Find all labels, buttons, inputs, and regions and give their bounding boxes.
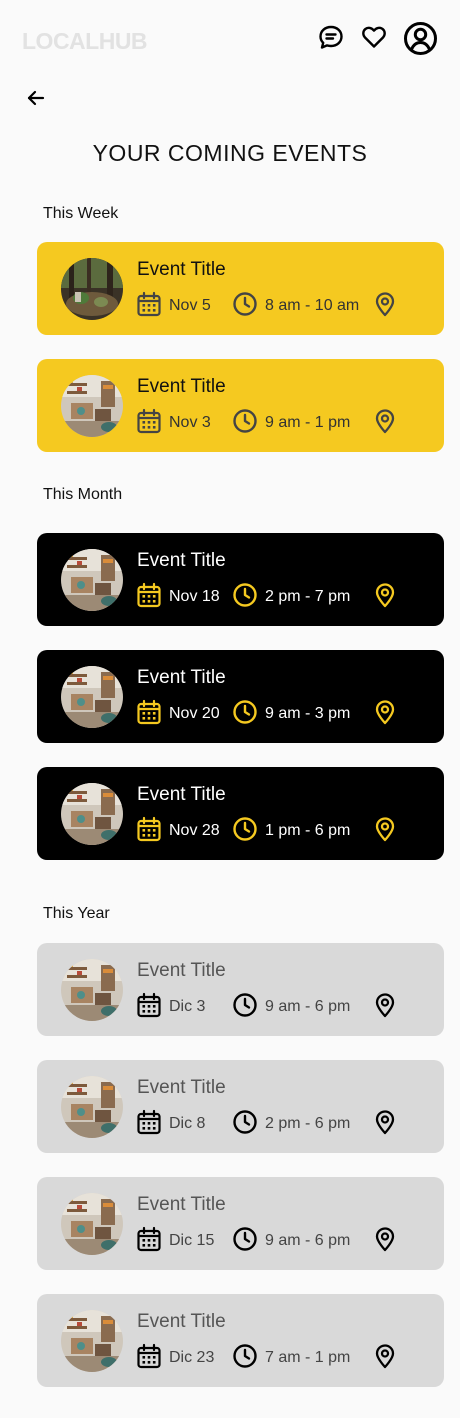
location-pin-icon[interactable] <box>372 1226 398 1252</box>
event-thumbnail <box>61 783 123 845</box>
clock-icon <box>232 1226 258 1252</box>
event-date: Nov 5 <box>169 297 211 314</box>
location-pin-icon[interactable] <box>372 582 398 608</box>
event-card[interactable]: Event Title Nov 20 9 am - 3 pm <box>37 650 444 743</box>
app-logo[interactable]: LOCALHUB <box>22 28 148 55</box>
event-date: Dic 15 <box>169 1232 215 1249</box>
clock-icon <box>232 1343 258 1369</box>
location-pin-icon[interactable] <box>372 816 398 842</box>
event-title: Event Title <box>137 259 226 280</box>
event-title: Event Title <box>137 1194 226 1215</box>
location-pin-icon[interactable] <box>372 1343 398 1369</box>
event-thumbnail <box>61 258 123 320</box>
event-date: Dic 23 <box>169 1349 215 1366</box>
section-title: This Month <box>43 486 123 503</box>
section-title: This Week <box>43 205 119 222</box>
event-date: Nov 3 <box>169 414 211 431</box>
clock-icon <box>232 582 258 608</box>
clock-icon <box>232 816 258 842</box>
calendar-icon <box>136 1226 162 1252</box>
event-thumbnail <box>61 1076 123 1138</box>
event-details: Nov 18 2 pm - 7 pm <box>136 582 436 610</box>
calendar-icon <box>136 816 162 842</box>
event-time: 2 pm - 7 pm <box>265 588 351 605</box>
clock-icon <box>232 699 258 725</box>
event-card[interactable]: Event Title Dic 23 7 am - 1 pm <box>37 1294 444 1387</box>
event-thumbnail <box>61 959 123 1021</box>
event-details: Dic 15 9 am - 6 pm <box>136 1226 436 1254</box>
event-card[interactable]: Event Title Nov 18 2 pm - 7 pm <box>37 533 444 626</box>
calendar-icon <box>136 1343 162 1369</box>
page-title: YOUR COMING EVENTS <box>92 140 368 166</box>
event-card[interactable]: Event Title Dic 8 2 pm - 6 pm <box>37 1060 444 1153</box>
event-date: Dic 3 <box>169 998 206 1015</box>
event-thumbnail <box>61 1310 123 1372</box>
event-card[interactable]: Event Title Nov 5 8 am - 10 am <box>37 242 444 335</box>
calendar-icon <box>136 291 162 317</box>
event-time: 8 am - 10 am <box>265 297 360 314</box>
event-date: Dic 8 <box>169 1115 206 1132</box>
event-date: Nov 20 <box>169 705 220 722</box>
event-date: Nov 28 <box>169 822 220 839</box>
event-title: Event Title <box>137 784 226 805</box>
event-title: Event Title <box>137 960 226 981</box>
location-pin-icon[interactable] <box>372 1109 398 1135</box>
location-pin-icon[interactable] <box>372 992 398 1018</box>
event-time: 7 am - 1 pm <box>265 1349 351 1366</box>
location-pin-icon[interactable] <box>372 699 398 725</box>
event-title: Event Title <box>137 1077 226 1098</box>
event-details: Dic 23 7 am - 1 pm <box>136 1343 436 1371</box>
chat-icon[interactable] <box>316 22 346 52</box>
event-details: Dic 3 9 am - 6 pm <box>136 992 436 1020</box>
calendar-icon <box>136 699 162 725</box>
event-thumbnail <box>61 549 123 611</box>
clock-icon <box>232 992 258 1018</box>
calendar-icon <box>136 1109 162 1135</box>
event-time: 9 am - 6 pm <box>265 1232 351 1249</box>
event-time: 1 pm - 6 pm <box>265 822 351 839</box>
clock-icon <box>232 408 258 434</box>
event-card[interactable]: Event Title Nov 3 9 am - 1 pm <box>37 359 444 452</box>
event-details: Nov 5 8 am - 10 am <box>136 291 436 319</box>
location-pin-icon[interactable] <box>372 408 398 434</box>
event-card[interactable]: Event Title Dic 3 9 am - 6 pm <box>37 943 444 1036</box>
event-time: 9 am - 1 pm <box>265 414 351 431</box>
event-details: Nov 20 9 am - 3 pm <box>136 699 436 727</box>
event-thumbnail <box>61 1193 123 1255</box>
event-title: Event Title <box>137 550 226 571</box>
heart-icon[interactable] <box>359 22 389 52</box>
calendar-icon <box>136 408 162 434</box>
calendar-icon <box>136 582 162 608</box>
event-details: Nov 28 1 pm - 6 pm <box>136 816 436 844</box>
event-title: Event Title <box>137 667 226 688</box>
clock-icon <box>232 1109 258 1135</box>
user-icon[interactable] <box>402 20 438 56</box>
event-time: 9 am - 3 pm <box>265 705 351 722</box>
event-time: 9 am - 6 pm <box>265 998 351 1015</box>
event-time: 2 pm - 6 pm <box>265 1115 351 1132</box>
event-details: Nov 3 9 am - 1 pm <box>136 408 436 436</box>
event-title: Event Title <box>137 1311 226 1332</box>
calendar-icon <box>136 992 162 1018</box>
event-thumbnail <box>61 666 123 728</box>
event-date: Nov 18 <box>169 588 220 605</box>
event-thumbnail <box>61 375 123 437</box>
event-title: Event Title <box>137 376 226 397</box>
event-card[interactable]: Event Title Nov 28 1 pm - 6 pm <box>37 767 444 860</box>
location-pin-icon[interactable] <box>372 291 398 317</box>
clock-icon <box>232 291 258 317</box>
section-title: This Year <box>43 905 110 922</box>
event-details: Dic 8 2 pm - 6 pm <box>136 1109 436 1137</box>
top-bar: LOCALHUB <box>0 0 460 80</box>
arrow-left-icon[interactable] <box>24 86 48 110</box>
event-card[interactable]: Event Title Dic 15 9 am - 6 pm <box>37 1177 444 1270</box>
